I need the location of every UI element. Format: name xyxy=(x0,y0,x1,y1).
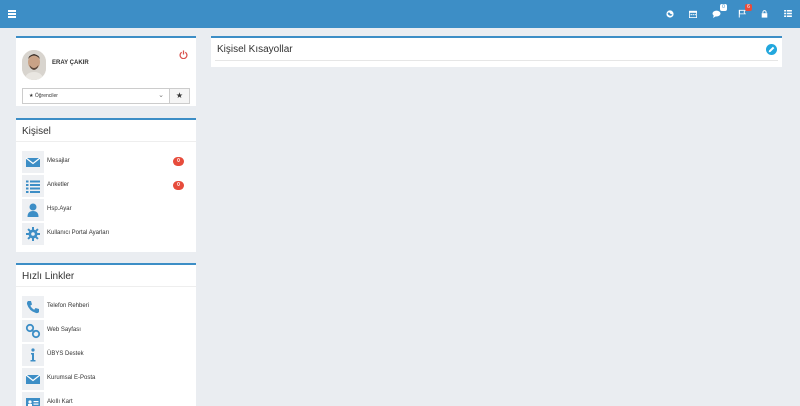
hizli-linkler-panel: Hızlı Linkler Telefon Rehberi Web Sayfas… xyxy=(16,263,196,406)
id-card-icon xyxy=(22,392,44,406)
avatar xyxy=(22,50,46,80)
profile-name: ERAY ÇAKIR xyxy=(52,60,89,66)
info-icon xyxy=(22,344,44,366)
hamburger-icon[interactable] xyxy=(8,10,16,18)
favorite-star-button[interactable]: ★ xyxy=(170,88,190,104)
list-item-mesajlar[interactable]: Mesajlar 0 xyxy=(22,151,190,173)
flag-badge: 6 xyxy=(745,4,752,11)
list-item-ubys-destek[interactable]: ÜBYS Destek xyxy=(22,344,190,366)
list-item-label: Kurumsal E-Posta xyxy=(47,375,96,381)
envelope-icon xyxy=(22,151,44,173)
phone-icon xyxy=(22,296,44,318)
chat-badge: 0 xyxy=(720,4,727,11)
top-navbar: 0 6 xyxy=(0,0,800,28)
lock-icon[interactable] xyxy=(759,8,771,20)
link-icon xyxy=(22,320,44,342)
gear-icon xyxy=(22,223,44,245)
list-item-label: Anketler xyxy=(47,182,70,188)
divider xyxy=(215,60,778,61)
globe-icon[interactable] xyxy=(664,8,676,20)
count-badge: 0 xyxy=(173,181,184,190)
list-item-label: ÜBYS Destek xyxy=(47,351,84,357)
kisisel-panel: Kişisel Mesajlar 0 Anketler 0 Hsp.Ayar K… xyxy=(16,118,196,252)
list-item-label: Akıllı Kart xyxy=(47,399,73,405)
chat-icon[interactable]: 0 xyxy=(711,4,727,20)
count-badge: 0 xyxy=(173,157,184,166)
list-item-label: Mesajlar xyxy=(47,158,70,164)
list-item-kurumsal-eposta[interactable]: Kurumsal E-Posta xyxy=(22,368,190,390)
shortcuts-panel: Kişisel Kısayollar xyxy=(211,36,782,67)
list-item-hsp-ayar[interactable]: Hsp.Ayar xyxy=(22,199,190,221)
grid-icon[interactable] xyxy=(782,8,794,20)
list-item-web-sayfasi[interactable]: Web Sayfası xyxy=(22,320,190,342)
list-item-label: Kullanıcı Portal Ayarları xyxy=(47,230,110,236)
user-icon xyxy=(22,199,44,221)
role-select-value: ★ Öğrenciler xyxy=(29,93,58,99)
star-icon: ★ xyxy=(175,91,184,100)
list-item-portal-settings[interactable]: Kullanıcı Portal Ayarları xyxy=(22,223,190,245)
list-item-akilli-kart[interactable]: Akıllı Kart xyxy=(22,392,190,406)
profile-panel: ERAY ÇAKIR ★ Öğrenciler ⌄ ★ xyxy=(16,36,196,106)
envelope-icon xyxy=(22,368,44,390)
calendar-icon[interactable] xyxy=(687,8,699,20)
role-select[interactable]: ★ Öğrenciler ⌄ xyxy=(22,88,170,104)
pencil-icon xyxy=(768,46,775,53)
shortcuts-title: Kişisel Kısayollar xyxy=(217,44,293,55)
chevron-down-icon: ⌄ xyxy=(158,92,164,99)
edit-shortcuts-button[interactable] xyxy=(766,44,777,55)
list-icon xyxy=(22,175,44,197)
list-item-telefon-rehberi[interactable]: Telefon Rehberi xyxy=(22,296,190,318)
list-item-label: Telefon Rehberi xyxy=(47,303,90,309)
list-item-anketler[interactable]: Anketler 0 xyxy=(22,175,190,197)
kisisel-title: Kişisel xyxy=(16,120,196,142)
list-item-label: Hsp.Ayar xyxy=(47,206,72,212)
power-icon[interactable] xyxy=(179,46,188,64)
list-item-label: Web Sayfası xyxy=(47,327,81,333)
flag-icon[interactable]: 6 xyxy=(736,4,752,20)
hizli-linkler-title: Hızlı Linkler xyxy=(16,265,196,287)
